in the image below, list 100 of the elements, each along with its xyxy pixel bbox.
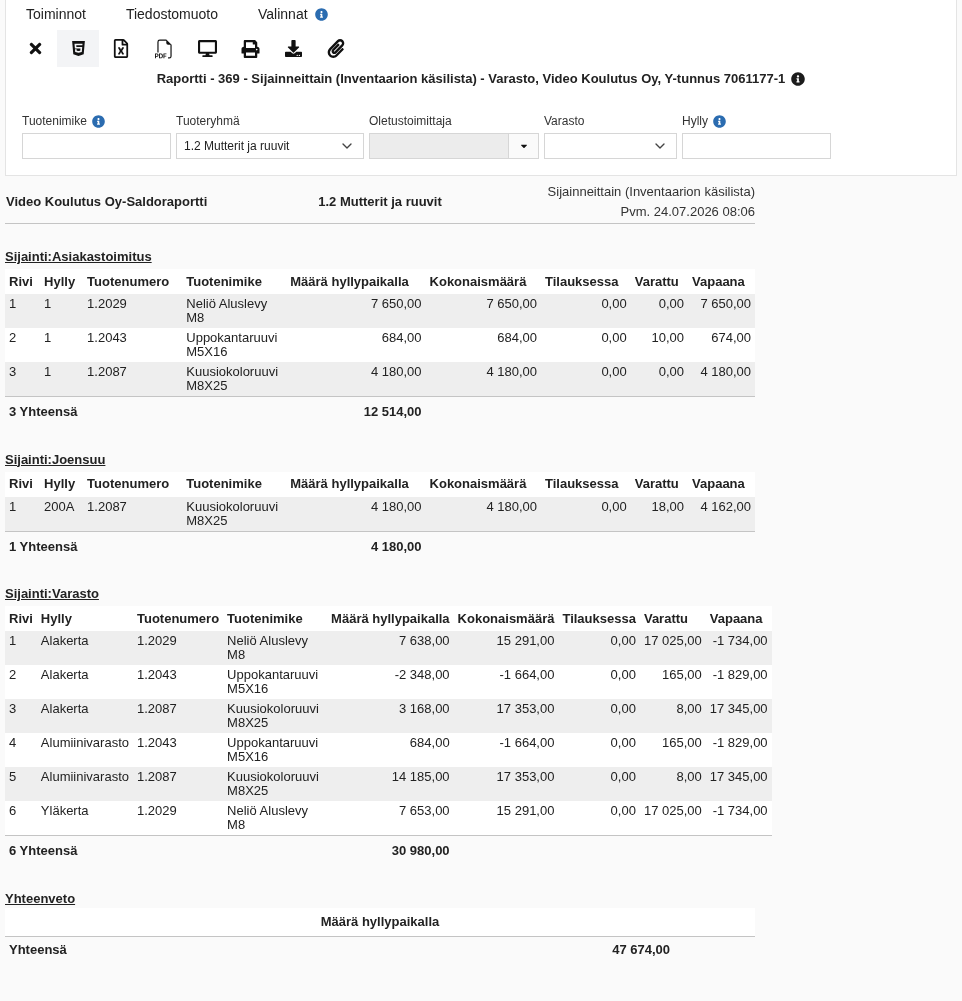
menu-item[interactable]: Tiedostomuoto (105, 3, 238, 25)
report-type: Sijainneittain (Inventaarion käsilista) (547, 183, 755, 201)
column-header: Vapaana (688, 471, 755, 497)
column-header: Tuotenimike (182, 471, 287, 497)
table-cell: Kuusiokoloruuvi M8X25 (182, 362, 287, 397)
table-cell: 1 (5, 631, 37, 665)
column-header: Rivi (5, 471, 41, 497)
total-label: 3 Yhteensä (9, 404, 78, 419)
table-cell: 10,00 (630, 328, 689, 362)
spreadsheet-file-icon (113, 39, 129, 58)
table-cell: -1 664,00 (453, 733, 559, 767)
select-field[interactable]: 1.2 Mutterit ja ruuvit (176, 133, 364, 159)
table-cell: 684,00 (425, 328, 541, 362)
table-cell: 3 (5, 362, 41, 397)
table-cell: 17 025,00 (639, 801, 706, 836)
table-cell: 4 180,00 (688, 362, 755, 397)
table-cell: 1.2087 (133, 767, 224, 801)
table-cell: 0,00 (630, 362, 689, 397)
section-title: Sijainti:Varasto (5, 586, 99, 602)
table-cell: 2 (5, 328, 41, 362)
table-cell: 17 345,00 (705, 699, 772, 733)
info-icon[interactable] (791, 72, 806, 86)
table-cell: 0,00 (558, 699, 640, 733)
shield-icon (69, 40, 87, 57)
menu-item[interactable]: Valinnat (238, 3, 348, 25)
table-cell: 17 353,00 (453, 767, 559, 801)
table-cell: 18,00 (630, 496, 689, 531)
table-cell: 8,00 (639, 699, 706, 733)
field-label: Varasto (544, 113, 585, 130)
column-header: Varattu (630, 471, 689, 497)
table-cell: 4 162,00 (688, 496, 755, 531)
table-cell: 1.2043 (83, 328, 183, 362)
table-cell: Kuusiokoloruuvi M8X25 (223, 767, 328, 801)
toolbar-button[interactable] (57, 30, 99, 67)
table-cell: 3 168,00 (327, 699, 454, 733)
table-cell: 1.2087 (83, 496, 183, 531)
table-cell: -1 734,00 (705, 631, 772, 665)
table-cell: 17 345,00 (705, 767, 772, 801)
table-cell: -1 664,00 (453, 665, 559, 699)
table-cell: Uppokantaruuvi M5X16 (182, 328, 287, 362)
table-cell: 0,00 (541, 328, 631, 362)
table-cell: 8,00 (639, 767, 706, 801)
table-cell: 1.2087 (83, 362, 183, 397)
table-cell: Alakerta (36, 665, 133, 699)
table-cell: 0,00 (558, 801, 640, 836)
table-cell: 7 650,00 (688, 294, 755, 328)
menu-item[interactable]: Toiminnot (6, 3, 106, 25)
column-header: Kokonaismäärä (425, 471, 541, 497)
column-header: Rivi (5, 269, 41, 294)
table-cell: 674,00 (688, 328, 755, 362)
table-cell: 0,00 (630, 294, 689, 328)
table-cell: 7 638,00 (327, 631, 454, 665)
table-cell: Neliö Aluslevy M8 (182, 294, 287, 328)
column-header: Määrä hyllypaikalla (286, 471, 426, 497)
table-cell: 165,00 (639, 665, 706, 699)
column-header: Rivi (5, 606, 37, 631)
table-cell: 4 180,00 (286, 496, 426, 531)
table-cell: 0,00 (558, 631, 640, 665)
table-cell: 1.2029 (133, 631, 224, 665)
table-cell: 0,00 (558, 733, 640, 767)
total-value: 47 674,00 (612, 940, 670, 959)
table-cell: 7 653,00 (327, 801, 454, 836)
table-cell: Alumiinivarasto (36, 767, 133, 801)
table-cell: 0,00 (558, 767, 640, 801)
table-cell: 0,00 (541, 294, 631, 328)
text-field[interactable] (22, 133, 171, 159)
text-field[interactable] (682, 133, 831, 159)
table-cell: 1 (5, 496, 41, 531)
table-cell: 1 (40, 294, 84, 328)
table-cell: 1.2029 (133, 801, 224, 836)
table-cell: 7 650,00 (286, 294, 426, 328)
table-cell: Kuusiokoloruuvi M8X25 (182, 496, 287, 531)
table-cell: 14 185,00 (327, 767, 454, 801)
select-field[interactable] (544, 133, 677, 159)
table-cell: 3 (5, 699, 37, 733)
field-label: Tuotenimike (22, 113, 87, 130)
table-cell: 200A (40, 496, 84, 531)
table-cell: 0,00 (541, 362, 631, 397)
table-cell: 1.2043 (133, 733, 224, 767)
table-cell: 1.2029 (83, 294, 183, 328)
total-label: Yhteensä (8, 940, 67, 959)
total-value: 4 180,00 (370, 538, 422, 554)
field-label: Hylly (682, 113, 708, 130)
total-label: 1 Yhteensä (9, 538, 78, 554)
table-cell: 684,00 (286, 328, 426, 362)
table-cell: 1 (40, 328, 84, 362)
field-label: Tuoteryhmä (176, 113, 240, 130)
report-group: 1.2 Mutterit ja ruuvit (318, 192, 442, 212)
table-cell: 1.2087 (133, 699, 224, 733)
table-cell: Uppokantaruuvi M5X16 (223, 733, 328, 767)
monitor-icon (197, 40, 217, 57)
column-header: Tilauksessa (541, 471, 631, 497)
field-label: Oletustoimittaja (369, 113, 452, 130)
table-cell: 4 (5, 733, 37, 767)
table-cell: 165,00 (639, 733, 706, 767)
table-cell: 0,00 (558, 665, 640, 699)
table-cell: Yläkerta (36, 801, 133, 836)
download-icon (284, 40, 302, 57)
table-cell: 4 180,00 (425, 362, 541, 397)
table-cell: 0,00 (541, 496, 631, 531)
